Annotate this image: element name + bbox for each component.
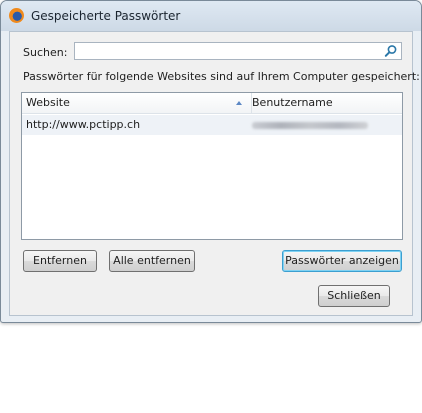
- search-label: Suchen:: [23, 46, 68, 59]
- cell-website: http://www.pctipp.ch: [26, 118, 141, 131]
- saved-passwords-dialog: Gespeicherte Passwörter Suchen: Passwört…: [0, 0, 422, 323]
- table-header: Website Benutzername: [22, 93, 402, 114]
- magnifier-icon[interactable]: [384, 44, 398, 58]
- info-text: Passwörter für folgende Websites sind au…: [23, 70, 420, 83]
- cell-username-blurred: [252, 122, 368, 129]
- dialog-content: Suchen: Passwörter für folgende Websites…: [9, 31, 420, 316]
- sort-ascending-icon: [236, 101, 242, 105]
- table-row[interactable]: http://www.pctipp.ch: [22, 115, 402, 135]
- passwords-table[interactable]: Website Benutzername http://www.pctipp.c…: [21, 92, 403, 240]
- column-header-website[interactable]: Website: [22, 93, 252, 113]
- close-button[interactable]: Schließen: [318, 285, 390, 307]
- remove-all-button[interactable]: Alle entfernen: [109, 250, 195, 272]
- title-bar[interactable]: Gespeicherte Passwörter: [1, 1, 421, 31]
- column-header-website-label: Website: [26, 96, 70, 109]
- column-header-username-label: Benutzername: [252, 96, 333, 109]
- column-header-username[interactable]: Benutzername: [248, 93, 402, 113]
- remove-button[interactable]: Entfernen: [23, 250, 97, 272]
- search-input[interactable]: [74, 42, 402, 60]
- window-title: Gespeicherte Passwörter: [31, 9, 181, 23]
- show-passwords-button[interactable]: Passwörter anzeigen: [282, 250, 402, 272]
- firefox-icon: [9, 8, 24, 23]
